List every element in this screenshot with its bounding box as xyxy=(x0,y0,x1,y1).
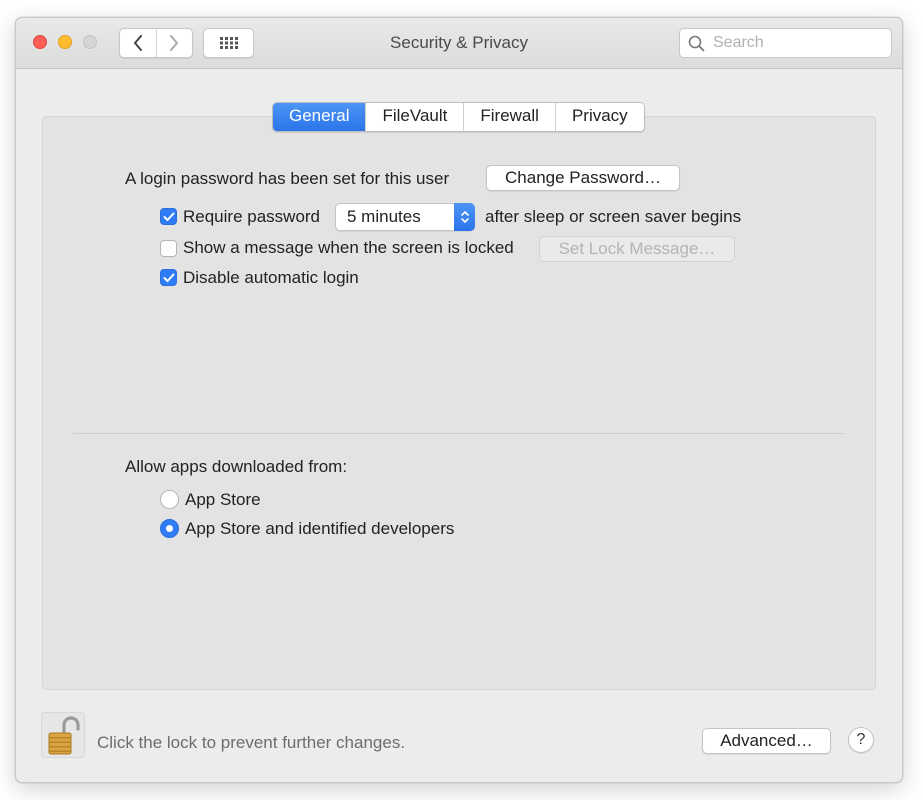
require-password-delay-select[interactable]: 5 minutes xyxy=(335,203,475,231)
help-button[interactable]: ? xyxy=(848,727,874,753)
search-icon xyxy=(688,35,705,52)
radio-app-store-identified-label: App Store and identified developers xyxy=(185,519,455,538)
search-field[interactable] xyxy=(679,28,892,58)
change-password-button[interactable]: Change Password… xyxy=(486,165,680,191)
titlebar: Security & Privacy xyxy=(16,18,902,69)
require-password-label: Require password xyxy=(183,207,321,226)
search-input[interactable] xyxy=(711,33,875,53)
lock-status-text: Click the lock to prevent further change… xyxy=(97,733,406,752)
tab-privacy[interactable]: Privacy xyxy=(554,103,644,131)
radio-app-store-label: App Store xyxy=(185,490,261,509)
tab-filevault[interactable]: FileVault xyxy=(365,103,464,131)
require-password-checkbox[interactable] xyxy=(160,208,177,225)
advanced-button[interactable]: Advanced… xyxy=(702,728,831,754)
radio-app-store-identified[interactable] xyxy=(160,519,179,538)
show-message-label: Show a message when the screen is locked xyxy=(183,238,514,257)
section-divider xyxy=(73,433,845,434)
security-privacy-window: Security & Privacy General FileVault Fir… xyxy=(15,17,903,783)
tab-bar: General FileVault Firewall Privacy xyxy=(272,102,645,132)
radio-dot xyxy=(166,525,173,532)
tab-firewall[interactable]: Firewall xyxy=(463,103,555,131)
select-stepper-icon xyxy=(454,203,475,231)
tab-general[interactable]: General xyxy=(273,103,366,131)
lock-button[interactable] xyxy=(41,712,85,758)
radio-app-store[interactable] xyxy=(160,490,179,509)
login-password-text: A login password has been set for this u… xyxy=(125,169,450,188)
disable-auto-login-label: Disable automatic login xyxy=(183,268,359,287)
checkmark-icon xyxy=(163,212,174,221)
checkmark-icon xyxy=(163,273,174,282)
unlocked-padlock-icon xyxy=(48,716,80,755)
show-message-checkbox[interactable] xyxy=(160,240,177,257)
set-lock-message-button[interactable]: Set Lock Message… xyxy=(539,236,735,262)
allow-apps-heading: Allow apps downloaded from: xyxy=(125,457,348,476)
after-sleep-text: after sleep or screen saver begins xyxy=(485,207,742,226)
require-password-delay-value: 5 minutes xyxy=(347,207,421,226)
disable-auto-login-checkbox[interactable] xyxy=(160,269,177,286)
